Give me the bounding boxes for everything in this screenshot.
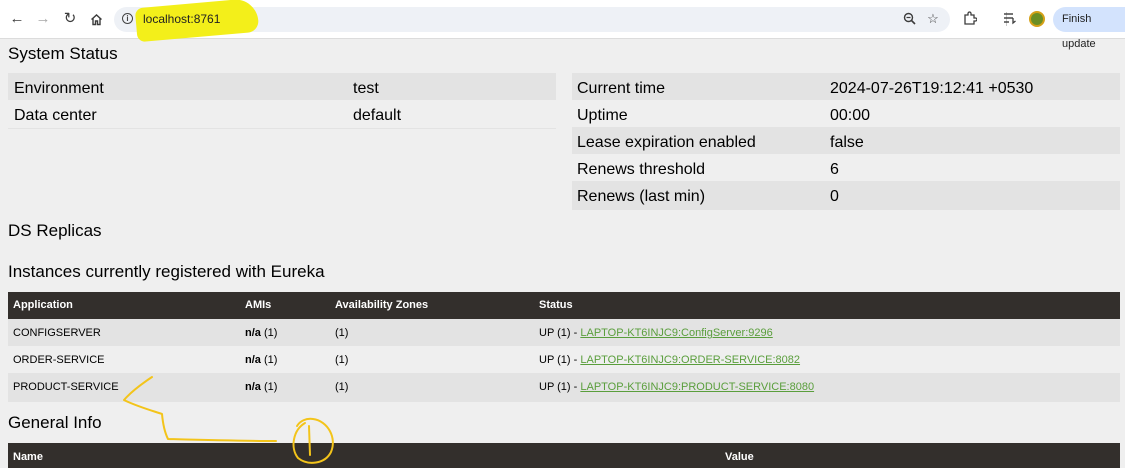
ds-replicas-heading: DS Replicas [8, 221, 102, 240]
status-label: Renews (last min) [577, 188, 706, 205]
status-row-renews-threshold: Renews threshold 6 [572, 154, 1120, 181]
url-text[interactable]: localhost:8761 [143, 12, 220, 26]
column-header-application: Application [13, 299, 73, 311]
instance-link[interactable]: LAPTOP-KT6INJC9:ORDER-SERVICE:8082 [580, 354, 800, 366]
status-cell: UP (1) - LAPTOP-KT6INJC9:ORDER-SERVICE:8… [539, 354, 801, 366]
table-row: PRODUCT-SERVICE n/a (1) (1) UP (1) - LAP… [8, 373, 1120, 402]
browser-toolbar: ← → ↻ i localhost:8761 ☆ Finish update ⋮ [0, 0, 1125, 50]
general-info-table-header: Name Value [8, 443, 1120, 468]
status-value: 00:00 [830, 107, 871, 124]
status-value: 0 [830, 188, 839, 205]
instance-link[interactable]: LAPTOP-KT6INJC9:PRODUCT-SERVICE:8080 [580, 381, 814, 393]
status-label: Uptime [577, 107, 628, 124]
status-row-uptime: Uptime 00:00 [572, 100, 1120, 127]
more-menu-icon[interactable]: ⋮ [1119, 7, 1125, 32]
status-value: 6 [830, 161, 839, 178]
zones-cell: (1) [335, 327, 349, 339]
amis-cell: n/a (1) [245, 381, 278, 393]
status-label: Renews threshold [577, 161, 706, 178]
status-label: Lease expiration enabled [577, 134, 756, 151]
zones-cell: (1) [335, 354, 349, 366]
column-header-amis: AMIs [245, 299, 272, 311]
column-header-value: Value [725, 451, 754, 463]
reading-list-icon[interactable] [1002, 11, 1018, 27]
profile-avatar[interactable] [1029, 11, 1045, 27]
table-row: ORDER-SERVICE n/a (1) (1) UP (1) - LAPTO… [8, 346, 1120, 373]
back-icon[interactable]: ← [9, 11, 25, 27]
zones-cell: (1) [335, 381, 349, 393]
reload-icon[interactable]: ↻ [62, 11, 78, 27]
column-header-name: Name [13, 451, 43, 463]
instance-link[interactable]: LAPTOP-KT6INJC9:ConfigServer:9296 [580, 327, 772, 339]
status-value: 2024-07-26T19:12:41 +0530 [830, 80, 1034, 97]
home-icon[interactable] [88, 11, 104, 27]
status-row-environment: Environment test [8, 73, 556, 100]
site-info-icon[interactable]: i [122, 13, 133, 24]
status-row-current-time: Current time 2024-07-26T19:12:41 +0530 [572, 73, 1120, 100]
instances-heading: Instances currently registered with Eure… [8, 262, 325, 281]
status-cell: UP (1) - LAPTOP-KT6INJC9:PRODUCT-SERVICE… [539, 381, 815, 393]
finish-update-button[interactable]: Finish update [1053, 7, 1125, 50]
application-name: CONFIGSERVER [13, 327, 101, 339]
amis-cell: n/a (1) [245, 354, 278, 366]
column-header-zones: Availability Zones [335, 299, 429, 311]
status-row-lease-expiration: Lease expiration enabled false [572, 127, 1120, 154]
application-name: PRODUCT-SERVICE [13, 381, 119, 393]
status-row-data-center: Data center default [8, 100, 556, 129]
status-label: Data center [14, 107, 97, 124]
application-name: ORDER-SERVICE [13, 354, 105, 366]
column-header-status: Status [539, 299, 573, 311]
general-info-heading: General Info [8, 413, 102, 432]
status-value: false [830, 134, 864, 151]
table-row: CONFIGSERVER n/a (1) (1) UP (1) - LAPTOP… [8, 319, 1120, 346]
forward-icon[interactable]: → [35, 11, 51, 27]
zoom-icon[interactable] [902, 12, 916, 26]
system-status-heading: System Status [8, 44, 118, 63]
status-label: Current time [577, 80, 666, 97]
instances-table-header: Application AMIs Availability Zones Stat… [8, 292, 1120, 319]
status-value: default [353, 107, 402, 124]
status-label: Environment [14, 80, 104, 97]
amis-cell: n/a (1) [245, 327, 278, 339]
extensions-icon[interactable] [962, 11, 978, 27]
bookmark-star-icon[interactable]: ☆ [926, 12, 940, 26]
status-row-renews-last-min: Renews (last min) 0 [572, 181, 1120, 210]
status-value: test [353, 80, 379, 97]
status-cell: UP (1) - LAPTOP-KT6INJC9:ConfigServer:92… [539, 327, 773, 339]
